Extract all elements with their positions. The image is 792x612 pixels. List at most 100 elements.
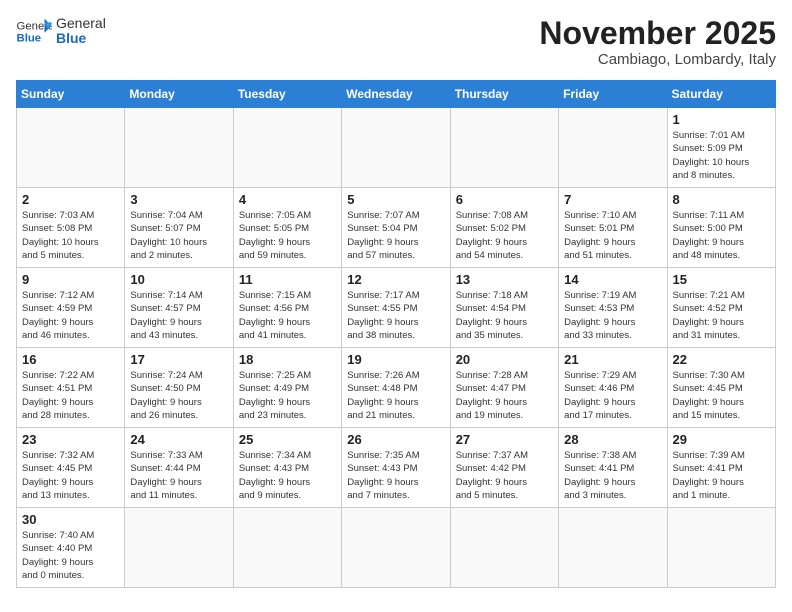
day-number: 27 bbox=[456, 432, 553, 447]
day-info: Sunrise: 7:12 AM Sunset: 4:59 PM Dayligh… bbox=[22, 289, 119, 342]
day-info: Sunrise: 7:15 AM Sunset: 4:56 PM Dayligh… bbox=[239, 289, 336, 342]
day-number: 28 bbox=[564, 432, 661, 447]
day-info: Sunrise: 7:07 AM Sunset: 5:04 PM Dayligh… bbox=[347, 209, 444, 262]
calendar-cell: 19 Sunrise: 7:26 AM Sunset: 4:48 PM Dayli… bbox=[342, 348, 450, 428]
day-number: 9 bbox=[22, 272, 119, 287]
day-info: Sunrise: 7:34 AM Sunset: 4:43 PM Dayligh… bbox=[239, 449, 336, 502]
day-number: 29 bbox=[673, 432, 770, 447]
title-area: November 2025 Cambiago, Lombardy, Italy bbox=[539, 16, 776, 68]
logo-blue-text: Blue bbox=[56, 31, 106, 46]
day-number: 26 bbox=[347, 432, 444, 447]
day-info: Sunrise: 7:11 AM Sunset: 5:00 PM Dayligh… bbox=[673, 209, 770, 262]
day-info: Sunrise: 7:19 AM Sunset: 4:53 PM Dayligh… bbox=[564, 289, 661, 342]
weekday-header-monday: Monday bbox=[125, 81, 233, 108]
day-number: 4 bbox=[239, 192, 336, 207]
calendar-cell: 4 Sunrise: 7:05 AM Sunset: 5:05 PM Daylig… bbox=[233, 188, 341, 268]
month-title: November 2025 bbox=[539, 16, 776, 51]
weekday-header-tuesday: Tuesday bbox=[233, 81, 341, 108]
day-number: 12 bbox=[347, 272, 444, 287]
calendar-cell: 14Sunrise: 7:19 AM Sunset: 4:53 PM Dayli… bbox=[559, 268, 667, 348]
day-number: 17 bbox=[130, 352, 227, 367]
week-row-3: 9 Sunrise: 7:12 AM Sunset: 4:59 PM Daylig… bbox=[17, 268, 776, 348]
week-row-5: 23 Sunrise: 7:32 AM Sunset: 4:45 PM Dayli… bbox=[17, 428, 776, 508]
day-number: 20 bbox=[456, 352, 553, 367]
logo: General Blue General Blue bbox=[16, 16, 106, 47]
day-number: 19 bbox=[347, 352, 444, 367]
calendar-cell: 18 Sunrise: 7:25 AM Sunset: 4:49 PM Dayli… bbox=[233, 348, 341, 428]
day-info: Sunrise: 7:04 AM Sunset: 5:07 PM Dayligh… bbox=[130, 209, 227, 262]
day-number: 18 bbox=[239, 352, 336, 367]
day-info: Sunrise: 7:33 AM Sunset: 4:44 PM Dayligh… bbox=[130, 449, 227, 502]
calendar-cell: 5 Sunrise: 7:07 AM Sunset: 5:04 PM Daylig… bbox=[342, 188, 450, 268]
calendar-cell: 27Sunrise: 7:37 AM Sunset: 4:42 PM Dayli… bbox=[450, 428, 558, 508]
calendar-cell: 29 Sunrise: 7:39 AM Sunset: 4:41 PM Dayli… bbox=[667, 428, 775, 508]
day-number: 11 bbox=[239, 272, 336, 287]
day-info: Sunrise: 7:18 AM Sunset: 4:54 PM Dayligh… bbox=[456, 289, 553, 342]
weekday-header-thursday: Thursday bbox=[450, 81, 558, 108]
day-number: 8 bbox=[673, 192, 770, 207]
day-info: Sunrise: 7:40 AM Sunset: 4:40 PM Dayligh… bbox=[22, 529, 119, 582]
calendar-cell: 20 Sunrise: 7:28 AM Sunset: 4:47 PM Dayli… bbox=[450, 348, 558, 428]
calendar-cell: 17 Sunrise: 7:24 AM Sunset: 4:50 PM Dayli… bbox=[125, 348, 233, 428]
calendar-cell bbox=[125, 108, 233, 188]
calendar-cell: 3 Sunrise: 7:04 AM Sunset: 5:07 PM Daylig… bbox=[125, 188, 233, 268]
day-info: Sunrise: 7:10 AM Sunset: 5:01 PM Dayligh… bbox=[564, 209, 661, 262]
day-number: 2 bbox=[22, 192, 119, 207]
calendar-cell: 22Sunrise: 7:30 AM Sunset: 4:45 PM Dayli… bbox=[667, 348, 775, 428]
calendar-cell: 2 Sunrise: 7:03 AM Sunset: 5:08 PM Daylig… bbox=[17, 188, 125, 268]
day-info: Sunrise: 7:01 AM Sunset: 5:09 PM Dayligh… bbox=[673, 129, 770, 182]
weekday-header-saturday: Saturday bbox=[667, 81, 775, 108]
calendar-cell: 11 Sunrise: 7:15 AM Sunset: 4:56 PM Dayli… bbox=[233, 268, 341, 348]
day-info: Sunrise: 7:32 AM Sunset: 4:45 PM Dayligh… bbox=[22, 449, 119, 502]
weekday-header-wednesday: Wednesday bbox=[342, 81, 450, 108]
day-info: Sunrise: 7:28 AM Sunset: 4:47 PM Dayligh… bbox=[456, 369, 553, 422]
calendar-cell: 9 Sunrise: 7:12 AM Sunset: 4:59 PM Daylig… bbox=[17, 268, 125, 348]
calendar-cell bbox=[450, 508, 558, 588]
calendar-cell: 26 Sunrise: 7:35 AM Sunset: 4:43 PM Dayli… bbox=[342, 428, 450, 508]
calendar-cell bbox=[342, 108, 450, 188]
calendar-cell: 15Sunrise: 7:21 AM Sunset: 4:52 PM Dayli… bbox=[667, 268, 775, 348]
calendar-cell bbox=[559, 508, 667, 588]
day-number: 5 bbox=[347, 192, 444, 207]
day-info: Sunrise: 7:38 AM Sunset: 4:41 PM Dayligh… bbox=[564, 449, 661, 502]
calendar-cell bbox=[450, 108, 558, 188]
calendar-cell: 21Sunrise: 7:29 AM Sunset: 4:46 PM Dayli… bbox=[559, 348, 667, 428]
day-info: Sunrise: 7:05 AM Sunset: 5:05 PM Dayligh… bbox=[239, 209, 336, 262]
calendar-cell: 24 Sunrise: 7:33 AM Sunset: 4:44 PM Dayli… bbox=[125, 428, 233, 508]
day-info: Sunrise: 7:22 AM Sunset: 4:51 PM Dayligh… bbox=[22, 369, 119, 422]
day-info: Sunrise: 7:24 AM Sunset: 4:50 PM Dayligh… bbox=[130, 369, 227, 422]
day-number: 1 bbox=[673, 112, 770, 127]
calendar-cell bbox=[233, 508, 341, 588]
calendar-cell bbox=[125, 508, 233, 588]
calendar-cell: 12Sunrise: 7:17 AM Sunset: 4:55 PM Dayli… bbox=[342, 268, 450, 348]
calendar-cell: 13Sunrise: 7:18 AM Sunset: 4:54 PM Dayli… bbox=[450, 268, 558, 348]
day-info: Sunrise: 7:25 AM Sunset: 4:49 PM Dayligh… bbox=[239, 369, 336, 422]
calendar-cell: 23 Sunrise: 7:32 AM Sunset: 4:45 PM Dayli… bbox=[17, 428, 125, 508]
calendar-cell: 1 Sunrise: 7:01 AM Sunset: 5:09 PM Daylig… bbox=[667, 108, 775, 188]
day-number: 23 bbox=[22, 432, 119, 447]
day-info: Sunrise: 7:08 AM Sunset: 5:02 PM Dayligh… bbox=[456, 209, 553, 262]
day-number: 7 bbox=[564, 192, 661, 207]
week-row-4: 16Sunrise: 7:22 AM Sunset: 4:51 PM Dayli… bbox=[17, 348, 776, 428]
weekday-header-row: SundayMondayTuesdayWednesdayThursdayFrid… bbox=[17, 81, 776, 108]
day-info: Sunrise: 7:35 AM Sunset: 4:43 PM Dayligh… bbox=[347, 449, 444, 502]
day-info: Sunrise: 7:39 AM Sunset: 4:41 PM Dayligh… bbox=[673, 449, 770, 502]
day-number: 3 bbox=[130, 192, 227, 207]
calendar-cell: 25Sunrise: 7:34 AM Sunset: 4:43 PM Dayli… bbox=[233, 428, 341, 508]
weekday-header-friday: Friday bbox=[559, 81, 667, 108]
logo-general-text: General bbox=[56, 16, 106, 31]
day-info: Sunrise: 7:21 AM Sunset: 4:52 PM Dayligh… bbox=[673, 289, 770, 342]
day-info: Sunrise: 7:14 AM Sunset: 4:57 PM Dayligh… bbox=[130, 289, 227, 342]
calendar-cell bbox=[17, 108, 125, 188]
day-number: 24 bbox=[130, 432, 227, 447]
logo-icon: General Blue bbox=[16, 17, 52, 45]
location: Cambiago, Lombardy, Italy bbox=[539, 51, 776, 68]
day-info: Sunrise: 7:26 AM Sunset: 4:48 PM Dayligh… bbox=[347, 369, 444, 422]
week-row-6: 30Sunrise: 7:40 AM Sunset: 4:40 PM Dayli… bbox=[17, 508, 776, 588]
day-info: Sunrise: 7:03 AM Sunset: 5:08 PM Dayligh… bbox=[22, 209, 119, 262]
week-row-2: 2 Sunrise: 7:03 AM Sunset: 5:08 PM Daylig… bbox=[17, 188, 776, 268]
calendar-cell bbox=[667, 508, 775, 588]
calendar-cell: 7 Sunrise: 7:10 AM Sunset: 5:01 PM Daylig… bbox=[559, 188, 667, 268]
page-header: General Blue General Blue November 2025 … bbox=[16, 16, 776, 68]
calendar-cell: 28 Sunrise: 7:38 AM Sunset: 4:41 PM Dayli… bbox=[559, 428, 667, 508]
